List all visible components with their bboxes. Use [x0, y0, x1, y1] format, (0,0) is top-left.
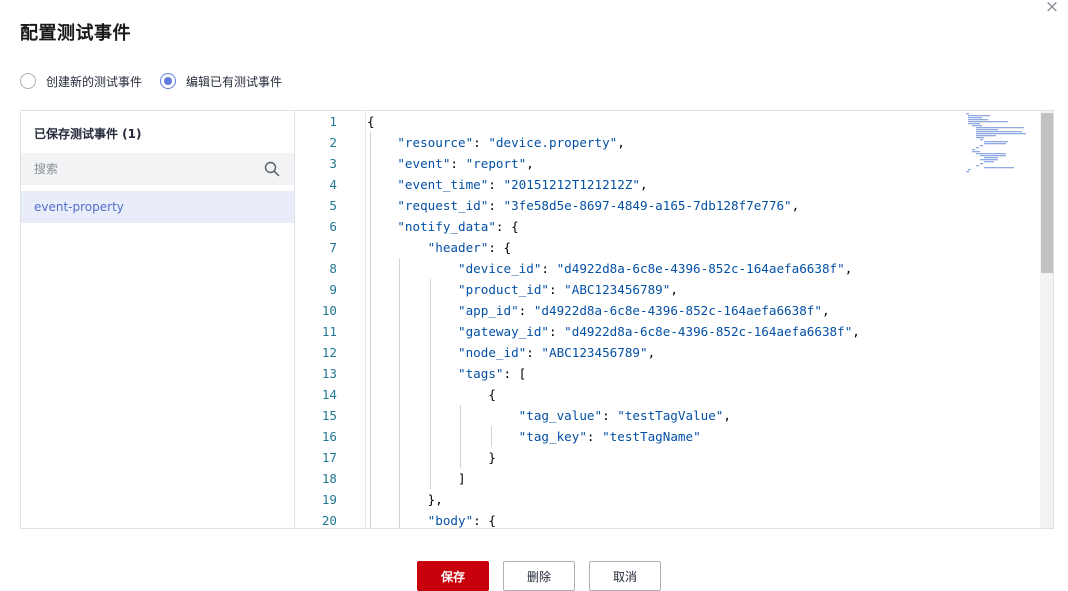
line-number: 4	[329, 177, 337, 192]
code-text: "request_id": "3fe58d5e-8697-4849-a165-7…	[397, 198, 800, 213]
cancel-button[interactable]: 取消	[589, 561, 661, 591]
line-number: 1	[329, 114, 337, 129]
code-text: "app_id": "d4922d8a-6c8e-4396-852c-164ae…	[458, 303, 830, 318]
dialog-title: 配置测试事件	[20, 23, 131, 44]
code-line: 1{	[295, 111, 1053, 132]
indent-guide	[429, 279, 431, 489]
line-number: 10	[321, 303, 337, 318]
line-number: 6	[329, 219, 337, 234]
line-number: 2	[329, 135, 337, 150]
code-line: 13 "tags": [	[295, 363, 1053, 384]
code-text: "tags": [	[458, 366, 527, 381]
event-panel: 已保存测试事件 (1) event-property 1{2 "resource…	[20, 110, 1054, 529]
code-line: 8 "device_id": "d4922d8a-6c8e-4396-852c-…	[295, 258, 1053, 279]
saved-events-sidebar: 已保存测试事件 (1) event-property	[21, 111, 295, 528]
code-text: {	[367, 387, 496, 402]
code-line: 4 "event_time": "20151212T121212Z",	[295, 174, 1053, 195]
delete-button[interactable]: 删除	[503, 561, 575, 591]
line-number: 19	[321, 492, 337, 507]
search-box	[21, 153, 294, 185]
code-text: "body": {	[427, 513, 496, 528]
line-number: 17	[321, 450, 337, 465]
save-button[interactable]: 保存	[417, 561, 489, 591]
radio-edit-existing-label: 编辑已有测试事件	[186, 74, 283, 89]
code-text: "event_time": "20151212T121212Z",	[397, 177, 648, 192]
code-line: 9 "product_id": "ABC123456789",	[295, 279, 1053, 300]
line-number: 9	[329, 282, 337, 297]
indent-guide	[370, 132, 371, 528]
code-text: },	[367, 492, 443, 507]
line-number: 18	[321, 471, 337, 486]
close-icon[interactable]: ×	[1044, 0, 1060, 16]
line-number: 8	[329, 261, 337, 276]
code-line: 10 "app_id": "d4922d8a-6c8e-4396-852c-16…	[295, 300, 1053, 321]
indent-guide	[490, 426, 492, 447]
json-code-editor[interactable]: 1{2 "resource": "device.property", 3 "eve…	[295, 111, 1053, 528]
code-lines: 1{2 "resource": "device.property", 3 "eve…	[295, 111, 1053, 528]
code-line: 15 "tag_value": "testTagValue",	[295, 405, 1053, 426]
line-number: 3	[329, 156, 337, 171]
code-line: 16 "tag_key": "testTagName"	[295, 426, 1053, 447]
code-line: 18 ]	[295, 468, 1053, 489]
code-text: "gateway_id": "d4922d8a-6c8e-4396-852c-1…	[458, 324, 860, 339]
code-line: 3 "event": "report",	[295, 153, 1053, 174]
line-number: 16	[321, 429, 337, 444]
indent-guide	[399, 258, 401, 528]
saved-event-item[interactable]: event-property	[21, 191, 294, 223]
search-icon[interactable]	[264, 161, 280, 177]
code-line: 17 }	[295, 447, 1053, 468]
code-line: 14 {	[295, 384, 1053, 405]
indent-guide	[460, 405, 462, 468]
code-line: 20 "body": {	[295, 510, 1053, 528]
code-text: ]	[367, 471, 466, 486]
code-text: }	[367, 450, 496, 465]
mode-radio-group: 创建新的测试事件 编辑已有测试事件	[20, 71, 282, 91]
radio-create-new-label: 创建新的测试事件	[46, 74, 143, 89]
code-line: 2 "resource": "device.property",	[295, 132, 1053, 153]
radio-create-new[interactable]: 创建新的测试事件	[20, 73, 142, 90]
line-number: 15	[321, 408, 337, 423]
code-text: "tag_key": "testTagName"	[518, 429, 701, 444]
code-line: 6 "notify_data": {	[295, 216, 1053, 237]
code-line: 19 },	[295, 489, 1053, 510]
code-line: 12 "node_id": "ABC123456789",	[295, 342, 1053, 363]
search-input[interactable]	[21, 153, 261, 185]
line-number: 13	[321, 366, 337, 381]
code-text: "tag_value": "testTagValue",	[518, 408, 731, 423]
code-line: 7 "header": {	[295, 237, 1053, 258]
line-number: 20	[321, 513, 337, 528]
dialog-actions: 保存 删除 取消	[417, 561, 661, 591]
code-text: "notify_data": {	[397, 219, 519, 234]
scrollbar-thumb[interactable]	[1041, 113, 1053, 273]
line-number: 12	[321, 345, 337, 360]
code-text: {	[367, 114, 375, 129]
code-text: "device_id": "d4922d8a-6c8e-4396-852c-16…	[458, 261, 853, 276]
code-text: "event": "report",	[397, 156, 534, 171]
line-number: 11	[321, 324, 337, 339]
line-number: 5	[329, 198, 337, 213]
radio-unchecked-icon	[20, 73, 36, 89]
line-number: 7	[329, 240, 337, 255]
saved-events-title: 已保存测试事件 (1)	[34, 127, 142, 141]
radio-checked-icon	[160, 73, 177, 89]
code-line: 5 "request_id": "3fe58d5e-8697-4849-a165…	[295, 195, 1053, 216]
code-text: "node_id": "ABC123456789",	[458, 345, 656, 360]
line-number: 14	[321, 387, 337, 402]
editor-scrollbar[interactable]	[1040, 111, 1053, 528]
code-text: "product_id": "ABC123456789",	[458, 282, 678, 297]
code-text: "resource": "device.property",	[397, 135, 625, 150]
code-text: "header": {	[427, 240, 512, 255]
radio-edit-existing[interactable]: 编辑已有测试事件	[160, 73, 282, 90]
editor-minimap[interactable]	[958, 111, 1040, 191]
code-line: 11 "gateway_id": "d4922d8a-6c8e-4396-852…	[295, 321, 1053, 342]
